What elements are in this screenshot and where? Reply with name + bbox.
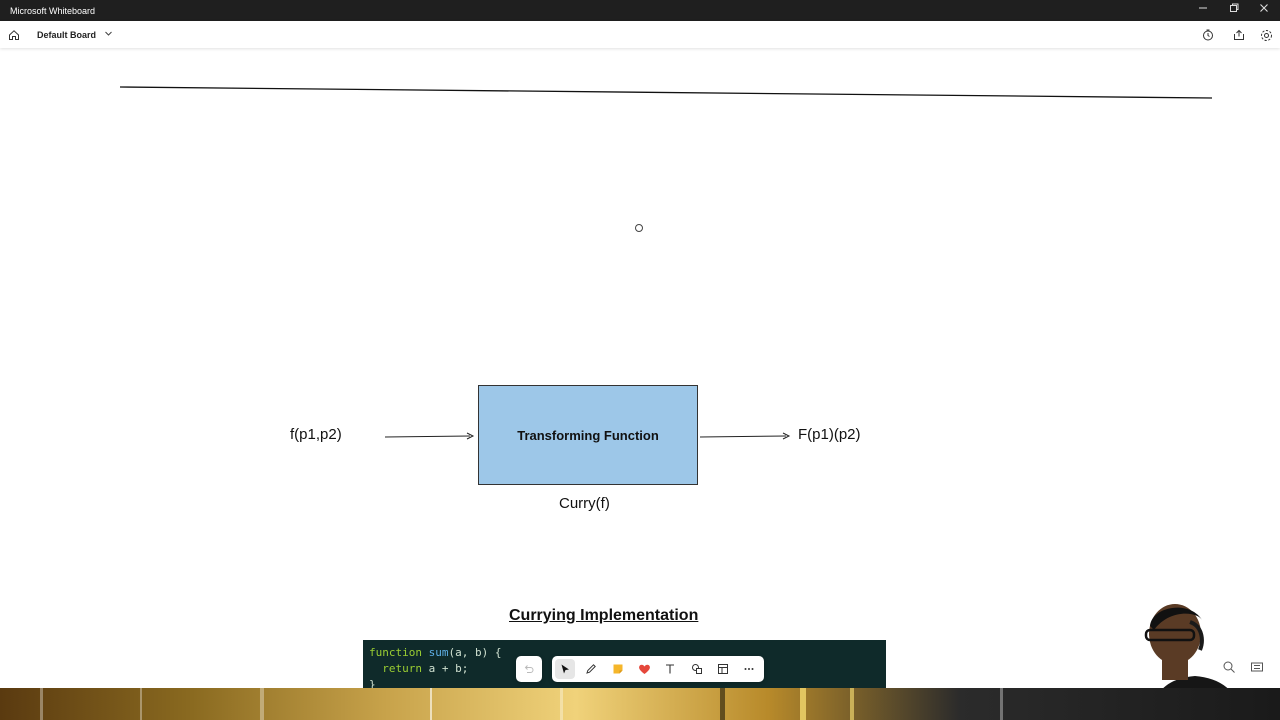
code-keyword: function (369, 646, 422, 659)
decorative-banner (0, 688, 1280, 720)
fit-screen-icon[interactable] (1250, 660, 1266, 676)
reaction-icon[interactable] (634, 659, 654, 679)
output-label: F(p1)(p2) (798, 426, 861, 443)
cursor-icon (635, 224, 643, 232)
text-icon[interactable] (660, 659, 680, 679)
code-line-2: return a + b; (369, 662, 468, 675)
code-line-1: function sum(a, b) { (369, 646, 501, 659)
code-text: a + b; (422, 662, 469, 675)
input-label: f(p1,p2) (290, 426, 342, 443)
more-icon[interactable] (739, 659, 759, 679)
input-arrow (384, 432, 475, 440)
select-icon[interactable] (555, 659, 575, 679)
ink-stroke (119, 86, 1213, 99)
undo-icon[interactable] (516, 656, 542, 682)
transforming-function-box[interactable]: Transforming Function (478, 385, 698, 485)
output-arrow (699, 432, 791, 440)
code-line-3: } (369, 678, 376, 688)
code-text: (a, b) { (448, 646, 502, 659)
pen-icon[interactable] (581, 659, 601, 679)
code-keyword: return (382, 662, 422, 675)
section-heading: Currying Implementation (509, 607, 699, 624)
box-label: Transforming Function (517, 427, 659, 443)
shapes-icon[interactable] (687, 659, 707, 679)
template-icon[interactable] (713, 659, 733, 679)
tool-palette (552, 656, 764, 682)
box-caption: Curry(f) (559, 495, 610, 512)
sticky-note-icon[interactable] (608, 659, 628, 679)
code-function-name: sum (428, 646, 449, 659)
